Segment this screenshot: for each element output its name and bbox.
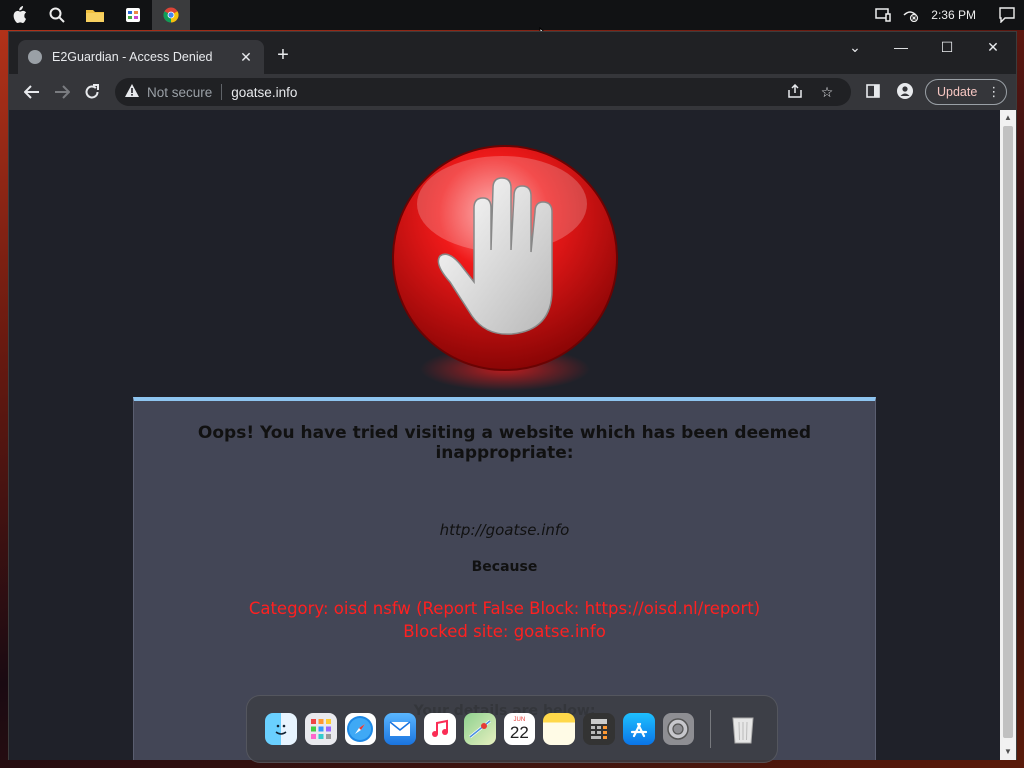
profile-icon[interactable] <box>889 82 921 102</box>
folder-icon[interactable] <box>76 0 114 30</box>
device-icon[interactable] <box>869 0 897 30</box>
apple-icon[interactable] <box>0 0 38 30</box>
launchpad-icon[interactable] <box>304 713 337 745</box>
clock[interactable]: 2:36 PM <box>925 8 990 22</box>
system-settings-icon[interactable] <box>662 713 695 745</box>
scroll-down-icon[interactable]: ▼ <box>1000 744 1016 760</box>
update-label: Update <box>937 85 978 99</box>
search-icon[interactable] <box>38 0 76 30</box>
safari-icon[interactable] <box>344 713 377 745</box>
new-tab-button[interactable]: + <box>271 44 295 67</box>
blocked-url: http://goatse.info <box>439 521 570 539</box>
reload-button[interactable] <box>77 77 107 107</box>
calendar-icon[interactable]: JUN 22 <box>503 713 536 745</box>
toolbar-extensions <box>857 82 921 102</box>
forward-button[interactable] <box>47 77 77 107</box>
tab-strip: E2Guardian - Access Denied ✕ + ⌄ — ☐ ✕ <box>9 32 1016 74</box>
block-category: Category: oisd nsfw (Report False Block:… <box>248 599 761 618</box>
scroll-up-icon[interactable]: ▲ <box>1000 110 1016 126</box>
notes-icon[interactable] <box>543 713 575 745</box>
because-label: Because <box>471 559 538 575</box>
minimize-button[interactable]: — <box>878 32 924 62</box>
side-panel-icon[interactable] <box>857 83 889 101</box>
dock-divider <box>710 710 712 748</box>
scroll-thumb[interactable] <box>1003 126 1013 738</box>
maps-icon[interactable] <box>463 713 496 745</box>
globe-icon <box>28 50 42 64</box>
browser-toolbar: Not secure goatse.info ☆ Update ⋮ <box>9 74 1016 110</box>
blocked-headline: Oops! You have tried visiting a website … <box>197 423 812 463</box>
menu-dots-icon[interactable]: ⋮ <box>987 84 1000 100</box>
page-scrollbar[interactable]: ▲ ▼ <box>1000 110 1016 760</box>
window-controls: ⌄ — ☐ ✕ <box>832 32 1016 62</box>
security-label[interactable]: Not secure <box>147 85 212 100</box>
warning-icon[interactable] <box>125 84 139 100</box>
maximize-button[interactable]: ☐ <box>924 32 970 62</box>
url-text[interactable]: goatse.info <box>231 85 297 100</box>
network-disconnected-icon[interactable] <box>897 0 925 30</box>
music-icon[interactable] <box>424 713 456 745</box>
app-store-icon[interactable] <box>622 713 655 745</box>
finder-icon[interactable] <box>265 713 297 745</box>
tab-active[interactable]: E2Guardian - Access Denied ✕ <box>18 40 264 74</box>
omnibox-separator <box>221 84 223 100</box>
browser-window: E2Guardian - Access Denied ✕ + ⌄ — ☐ ✕ N… <box>8 31 1017 760</box>
stop-hand-icon <box>392 145 618 391</box>
tab-search-icon[interactable]: ⌄ <box>832 32 878 62</box>
omnibox-actions: ☆ <box>779 78 843 106</box>
bookmark-star-icon[interactable]: ☆ <box>811 84 843 101</box>
chrome-icon[interactable] <box>152 0 190 30</box>
calendar-day: 22 <box>509 723 529 742</box>
notifications-icon[interactable] <box>990 0 1024 30</box>
mail-icon[interactable] <box>384 713 416 745</box>
update-button[interactable]: Update ⋮ <box>925 79 1008 105</box>
desktop-top-bar: 2:36 PM <box>0 0 1024 30</box>
close-window-button[interactable]: ✕ <box>970 32 1016 62</box>
dock: JUN 22 <box>246 695 778 763</box>
page-viewport: Oops! You have tried visiting a website … <box>9 110 1001 760</box>
calculator-icon[interactable] <box>583 713 615 745</box>
tab-close-icon[interactable]: ✕ <box>238 49 254 66</box>
share-icon[interactable] <box>779 83 811 101</box>
app-grid-icon[interactable] <box>114 0 152 30</box>
back-button[interactable] <box>17 77 47 107</box>
tab-title: E2Guardian - Access Denied <box>52 50 213 64</box>
address-bar[interactable]: Not secure goatse.info ☆ <box>115 78 851 106</box>
blocked-site-line: Blocked site: goatse.info <box>403 622 606 641</box>
trash-icon[interactable] <box>727 713 759 745</box>
